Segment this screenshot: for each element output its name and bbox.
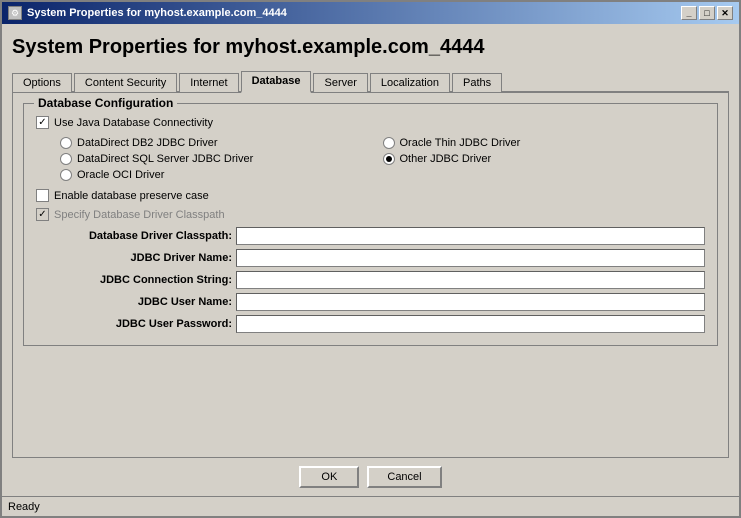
title-bar-left: ⚙ System Properties for myhost.example.c… xyxy=(8,6,287,20)
user-password-label: JDBC User Password: xyxy=(36,318,236,330)
specify-classpath-checkbox[interactable] xyxy=(36,208,49,221)
main-title-host: myhost.example.com_4444 xyxy=(225,36,484,58)
window-content: System Properties for myhost.example.com… xyxy=(2,24,739,458)
close-button[interactable]: ✕ xyxy=(717,6,733,20)
minimize-button[interactable]: _ xyxy=(681,6,697,20)
driver-radio-group: DataDirect DB2 JDBC Driver DataDirect SQ… xyxy=(60,137,705,181)
tab-options[interactable]: Options xyxy=(12,73,72,92)
window-icon: ⚙ xyxy=(8,6,22,20)
tab-database[interactable]: Database xyxy=(241,71,312,93)
connection-string-input[interactable] xyxy=(236,271,705,289)
tab-server[interactable]: Server xyxy=(313,73,367,92)
driver-name-row: JDBC Driver Name: xyxy=(36,249,705,267)
form-grid: Database Driver Classpath: JDBC Driver N… xyxy=(36,227,705,333)
status-bar: Ready xyxy=(2,496,739,516)
driver-classpath-row: Database Driver Classpath: xyxy=(36,227,705,245)
cancel-button[interactable]: Cancel xyxy=(367,466,441,488)
user-password-input[interactable] xyxy=(236,315,705,333)
radio-datadirect-sql-label: DataDirect SQL Server JDBC Driver xyxy=(77,153,253,165)
tab-localization[interactable]: Localization xyxy=(370,73,450,92)
radio-oracle-thin-input[interactable] xyxy=(383,137,395,149)
radio-datadirect-db2-label: DataDirect DB2 JDBC Driver xyxy=(77,137,218,149)
preserve-case-label: Enable database preserve case xyxy=(54,190,209,202)
specify-classpath-label: Specify Database Driver Classpath xyxy=(54,209,225,221)
connection-string-row: JDBC Connection String: xyxy=(36,271,705,289)
ok-button[interactable]: OK xyxy=(299,466,359,488)
main-title: System Properties for myhost.example.com… xyxy=(12,32,729,63)
title-bar-title: System Properties for myhost.example.com… xyxy=(27,7,287,19)
radio-other-jdbc: Other JDBC Driver xyxy=(383,153,706,165)
radio-datadirect-sql-input[interactable] xyxy=(60,153,72,165)
connection-string-label: JDBC Connection String: xyxy=(36,274,236,286)
database-config-group: Database Configuration Use Java Database… xyxy=(23,103,718,346)
specify-classpath-row: Specify Database Driver Classpath xyxy=(36,208,705,221)
radio-oracle-thin-label: Oracle Thin JDBC Driver xyxy=(400,137,521,149)
status-text: Ready xyxy=(8,501,40,513)
main-window: ⚙ System Properties for myhost.example.c… xyxy=(0,0,741,518)
tabs-bar: Options Content Security Internet Databa… xyxy=(12,69,729,93)
maximize-button[interactable]: □ xyxy=(699,6,715,20)
use-jdbc-row: Use Java Database Connectivity xyxy=(36,116,705,129)
radio-datadirect-db2: DataDirect DB2 JDBC Driver xyxy=(60,137,383,149)
user-name-input[interactable] xyxy=(236,293,705,311)
radio-oracle-oci: Oracle OCI Driver xyxy=(60,169,383,181)
tab-paths[interactable]: Paths xyxy=(452,73,502,92)
preserve-case-row: Enable database preserve case xyxy=(36,189,705,202)
radio-datadirect-sql: DataDirect SQL Server JDBC Driver xyxy=(60,153,383,165)
driver-radio-col-right: Oracle Thin JDBC Driver Other JDBC Drive… xyxy=(383,137,706,181)
driver-name-input[interactable] xyxy=(236,249,705,267)
group-box-title: Database Configuration xyxy=(34,96,177,110)
driver-classpath-label: Database Driver Classpath: xyxy=(36,230,236,242)
tab-internet[interactable]: Internet xyxy=(179,73,238,92)
use-jdbc-label: Use Java Database Connectivity xyxy=(54,117,213,129)
title-bar-buttons: _ □ ✕ xyxy=(681,6,733,20)
user-name-label: JDBC User Name: xyxy=(36,296,236,308)
tab-content-database: Database Configuration Use Java Database… xyxy=(12,93,729,458)
bottom-bar: OK Cancel xyxy=(2,458,739,496)
main-title-prefix: System Properties for xyxy=(12,36,225,58)
radio-oracle-thin: Oracle Thin JDBC Driver xyxy=(383,137,706,149)
radio-datadirect-db2-input[interactable] xyxy=(60,137,72,149)
radio-other-jdbc-label: Other JDBC Driver xyxy=(400,153,492,165)
radio-oracle-oci-label: Oracle OCI Driver xyxy=(77,169,164,181)
radio-other-jdbc-input[interactable] xyxy=(383,153,395,165)
radio-oracle-oci-input[interactable] xyxy=(60,169,72,181)
driver-classpath-input[interactable] xyxy=(236,227,705,245)
preserve-case-checkbox[interactable] xyxy=(36,189,49,202)
title-bar: ⚙ System Properties for myhost.example.c… xyxy=(2,2,739,24)
user-name-row: JDBC User Name: xyxy=(36,293,705,311)
driver-radio-col-left: DataDirect DB2 JDBC Driver DataDirect SQ… xyxy=(60,137,383,181)
driver-name-label: JDBC Driver Name: xyxy=(36,252,236,264)
user-password-row: JDBC User Password: xyxy=(36,315,705,333)
use-jdbc-checkbox[interactable] xyxy=(36,116,49,129)
tab-content-security[interactable]: Content Security xyxy=(74,73,177,92)
